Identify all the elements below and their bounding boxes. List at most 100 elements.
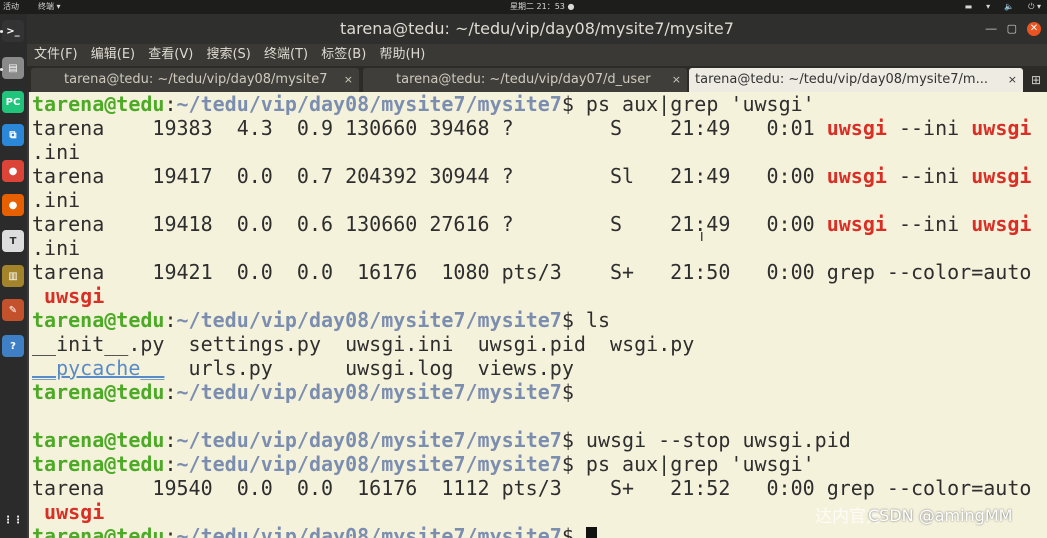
menu-bar: 文件(F) 编辑(E) 查看(V) 搜索(S) 终端(T) 标签(B) 帮助(H… xyxy=(27,44,1047,66)
prompt-user: tarena@tedu xyxy=(32,308,165,332)
match-highlight: uwsgi xyxy=(826,164,887,188)
prompt-path: ~/tedu/vip/day08/mysite7/mysite7 xyxy=(176,524,562,538)
volume-icon[interactable]: 🔈 xyxy=(1004,0,1014,14)
close-tab-icon[interactable]: × xyxy=(672,68,681,92)
close-window-icon[interactable]: ✕ xyxy=(1027,22,1041,36)
file-entry: settings.py xyxy=(188,332,321,356)
prompt-user: tarena@tedu xyxy=(32,428,165,452)
system-tray[interactable]: ▬ ▾ 🔈 ⏻ ▾ xyxy=(965,0,1041,14)
prompt-line: tarena@tedu:~/tedu/vip/day08/mysite7/mys… xyxy=(32,92,815,116)
firefox-app-icon[interactable]: ● xyxy=(2,194,24,216)
book-app-icon[interactable]: ▥ xyxy=(2,265,24,287)
app-grid-icon[interactable]: ⋮⋮ xyxy=(2,509,24,531)
new-tab-icon[interactable]: ⊞ xyxy=(1031,68,1041,92)
power-icon[interactable]: ⏻ ▾ xyxy=(1028,0,1041,14)
ls-output-row: __init__.py settings.py uwsgi.ini uwsgi.… xyxy=(32,332,694,356)
process-row: tarena 19421 0.0 0.0 16176 1080 pts/3 S+… xyxy=(32,260,1032,284)
window-title: tarena@tedu: ~/tedu/vip/day08/mysite7/my… xyxy=(340,19,734,38)
prompt-line: tarena@tedu:~/tedu/vip/day08/mysite7/mys… xyxy=(32,452,815,476)
help-app-icon[interactable]: ? xyxy=(2,335,24,357)
close-tab-icon[interactable]: × xyxy=(1008,68,1017,92)
match-highlight: uwsgi xyxy=(971,164,1032,188)
ls-output-row: __pycache__ urls.py uwsgi.log views.py xyxy=(32,356,574,380)
running-indicator xyxy=(0,30,3,33)
match-highlight: uwsgi xyxy=(971,116,1032,140)
match-highlight: uwsgi xyxy=(44,500,105,524)
tab-mysite7-mysite7[interactable]: tarena@tedu: ~/tedu/vip/day08/mysite7/m.… xyxy=(689,68,1023,92)
prompt-user: tarena@tedu xyxy=(32,452,165,476)
launcher-dock: >_ ▤ PC ⧉ ● ● T ▥ ✎? ⋮⋮ xyxy=(0,14,27,538)
close-tab-icon[interactable]: × xyxy=(344,68,353,92)
menu-view[interactable]: 查看(V) xyxy=(148,44,193,66)
chrome-app-icon[interactable]: ● xyxy=(2,160,24,182)
watermark: CSDN @amingMM xyxy=(868,506,1013,525)
wrapped-line: uwsgi xyxy=(32,500,104,524)
running-indicator xyxy=(0,68,3,71)
maximize-icon[interactable]: ▢ xyxy=(1007,22,1017,36)
file-entry: __init__.py xyxy=(32,332,165,356)
tab-bar: tarena@tedu: ~/tedu/vip/day08/mysite7 × … xyxy=(27,66,1047,92)
process-args: --ini xyxy=(886,116,972,140)
prompt-line: tarena@tedu:~/tedu/vip/day08/mysite7/mys… xyxy=(32,524,597,538)
process-fields: tarena 19418 0.0 0.6 130660 27616 ? S 21… xyxy=(32,212,827,236)
wrapped-line: uwsgi xyxy=(32,284,104,308)
keyboard-icon[interactable]: ▬ xyxy=(965,0,973,14)
typora-app-icon[interactable]: T xyxy=(2,230,24,252)
command-text: ps aux|grep 'uwsgi' xyxy=(585,92,815,116)
prompt-path: ~/tedu/vip/day08/mysite7/mysite7 xyxy=(176,452,562,476)
file-entry: urls.py xyxy=(188,356,273,380)
file-entry: uwsgi.log xyxy=(345,356,454,380)
tab-label: tarena@tedu: ~/tedu/vip/day08/mysite7/m.… xyxy=(695,72,988,87)
prompt-path: ~/tedu/vip/day08/mysite7/mysite7 xyxy=(176,380,562,404)
process-fields: tarena 19383 4.3 0.9 130660 39468 ? S 21… xyxy=(32,116,827,140)
prompt-line: tarena@tedu:~/tedu/vip/day08/mysite7/mys… xyxy=(32,308,610,332)
wrapped-line: .ini xyxy=(32,236,81,260)
tab-label: tarena@tedu: ~/tedu/vip/day08/mysite7 xyxy=(64,72,328,87)
command-text: ls xyxy=(585,308,610,332)
command-text: ps aux|grep 'uwsgi' xyxy=(585,452,815,476)
menu-terminal[interactable]: 终端(T) xyxy=(264,44,308,66)
tab-label: tarena@tedu: ~/tedu/vip/day07/d_user xyxy=(396,72,651,87)
menu-edit[interactable]: 编辑(E) xyxy=(91,44,135,66)
match-highlight: uwsgi xyxy=(826,212,887,236)
clock[interactable]: 星期二 21：53 ● xyxy=(510,0,574,14)
prompt-line: tarena@tedu:~/tedu/vip/day08/mysite7/mys… xyxy=(32,380,574,404)
tools-app-icon[interactable]: ✎ xyxy=(2,299,24,321)
menu-file[interactable]: 文件(F) xyxy=(34,44,78,66)
network-icon[interactable]: ▾ xyxy=(986,0,990,14)
file-entry: wsgi.py xyxy=(610,332,695,356)
process-fields: tarena 19417 0.0 0.7 204392 30944 ? Sl 2… xyxy=(32,164,827,188)
directory-entry: __pycache__ xyxy=(32,356,165,380)
system-top-bar: 活动 终端 ▾ 星期二 21：53 ● ▬ ▾ 🔈 ⏻ ▾ xyxy=(0,0,1047,14)
terminal-app-icon[interactable]: >_ xyxy=(2,20,24,42)
menu-help[interactable]: 帮助(H) xyxy=(379,44,425,66)
window-title-bar[interactable]: tarena@tedu: ~/tedu/vip/day08/mysite7/my… xyxy=(27,14,1047,44)
menu-tabs[interactable]: 标签(B) xyxy=(321,44,366,66)
ibeam-cursor-icon: I xyxy=(700,230,704,244)
wrapped-line: .ini xyxy=(32,188,81,212)
prompt-path: ~/tedu/vip/day08/mysite7/mysite7 xyxy=(176,308,562,332)
menu-search[interactable]: 搜索(S) xyxy=(206,44,250,66)
prompt-user: tarena@tedu xyxy=(32,92,165,116)
vscode-app-icon[interactable]: ⧉ xyxy=(2,124,24,146)
terminal-output[interactable]: tarena@tedu:~/tedu/vip/day08/mysite7/mys… xyxy=(29,92,1047,538)
prompt-user: tarena@tedu xyxy=(32,524,165,538)
file-entry: views.py xyxy=(477,356,574,380)
process-args: --ini xyxy=(886,164,972,188)
files-app-icon[interactable]: ▤ xyxy=(2,57,24,79)
prompt-path: ~/tedu/vip/day08/mysite7/mysite7 xyxy=(176,428,562,452)
app-menu[interactable]: 终端 ▾ xyxy=(38,0,61,14)
process-row: tarena 19418 0.0 0.6 130660 27616 ? S 21… xyxy=(32,212,1031,236)
text-cursor xyxy=(585,527,597,538)
file-entry: uwsgi.pid xyxy=(477,332,586,356)
activities-button[interactable]: 活动 xyxy=(3,0,19,14)
prompt-line: tarena@tedu:~/tedu/vip/day08/mysite7/mys… xyxy=(32,428,851,452)
file-entry: uwsgi.ini xyxy=(345,332,454,356)
minimize-icon[interactable]: ― xyxy=(986,22,997,36)
tab-d-user[interactable]: tarena@tedu: ~/tedu/vip/day07/d_user × xyxy=(363,68,687,92)
process-row: tarena 19417 0.0 0.7 204392 30944 ? Sl 2… xyxy=(32,164,1031,188)
pycharm-app-icon[interactable]: PC xyxy=(2,91,24,113)
tab-mysite7[interactable]: tarena@tedu: ~/tedu/vip/day08/mysite7 × xyxy=(31,68,359,92)
wrapped-line: .ini xyxy=(32,140,81,164)
command-text: uwsgi --stop uwsgi.pid xyxy=(585,428,851,452)
